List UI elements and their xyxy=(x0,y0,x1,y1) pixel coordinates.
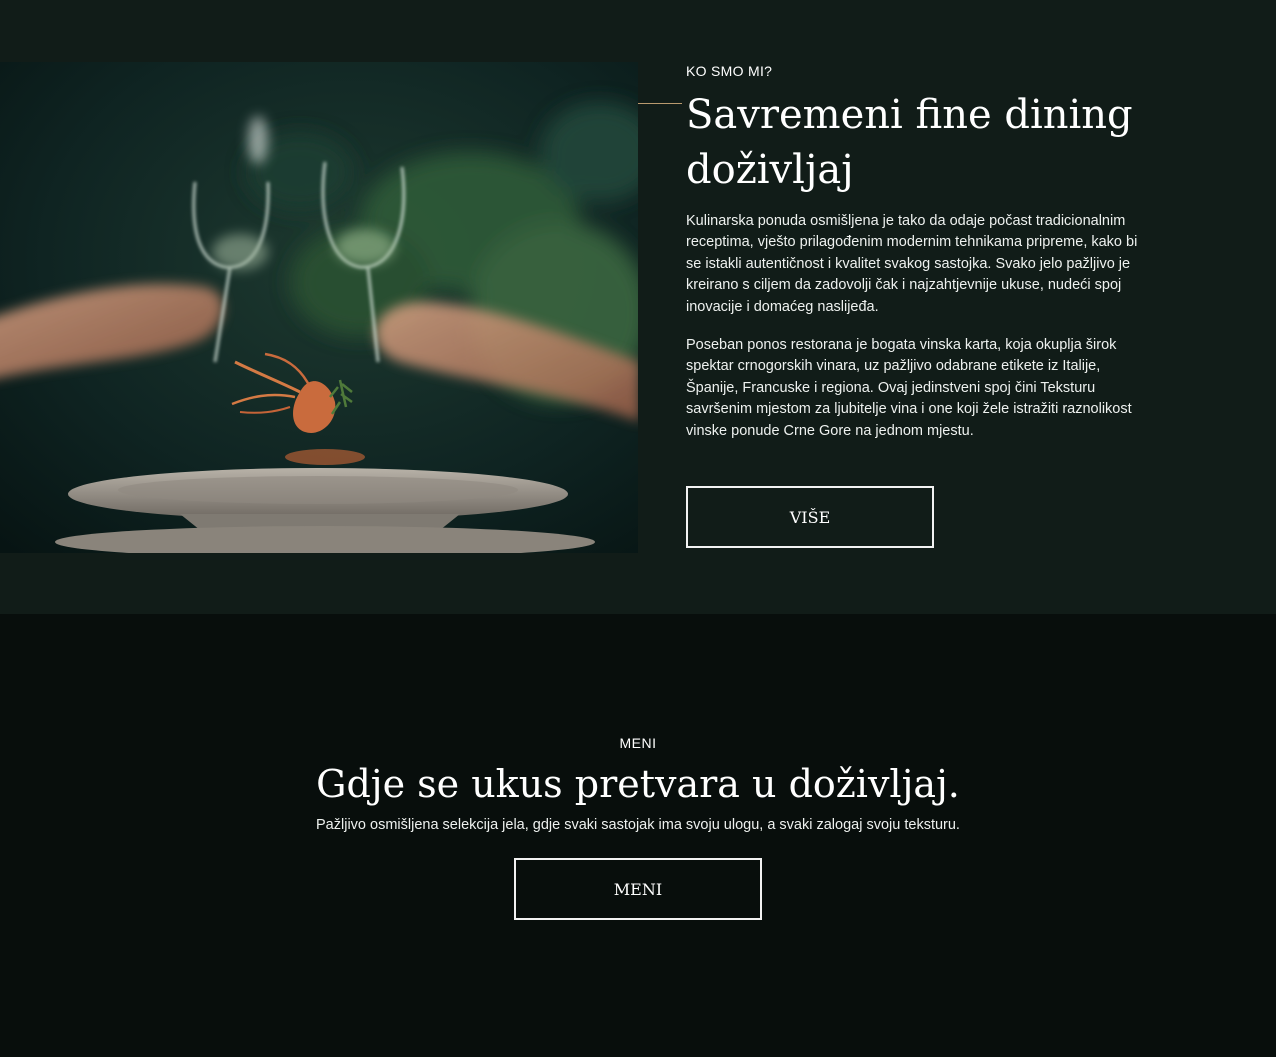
about-paragraph-1: Kulinarska ponuda osmišljena je tako da … xyxy=(686,213,1138,315)
about-section: KO SMO MI? Savremeni fine dining doživlj… xyxy=(0,0,1276,614)
about-title: Savremeni fine dining doživljaj xyxy=(686,92,1133,193)
dining-photo xyxy=(0,62,638,553)
menu-section: MENI Gdje se ukus pretvara u doživljaj. … xyxy=(0,614,1276,1057)
menu-title: Gdje se ukus pretvara u doživljaj. xyxy=(316,762,960,806)
menu-subtitle: Pažljivo osmišljena selekcija jela, gdje… xyxy=(316,817,960,833)
menu-button[interactable]: MENI xyxy=(514,858,762,920)
accent-line xyxy=(638,103,682,104)
about-eyebrow: KO SMO MI? xyxy=(686,63,773,79)
menu-eyebrow: MENI xyxy=(619,735,657,751)
about-paragraph-2: Poseban ponos restorana je bogata vinska… xyxy=(686,337,1132,439)
more-button[interactable]: VIŠE xyxy=(686,486,934,548)
